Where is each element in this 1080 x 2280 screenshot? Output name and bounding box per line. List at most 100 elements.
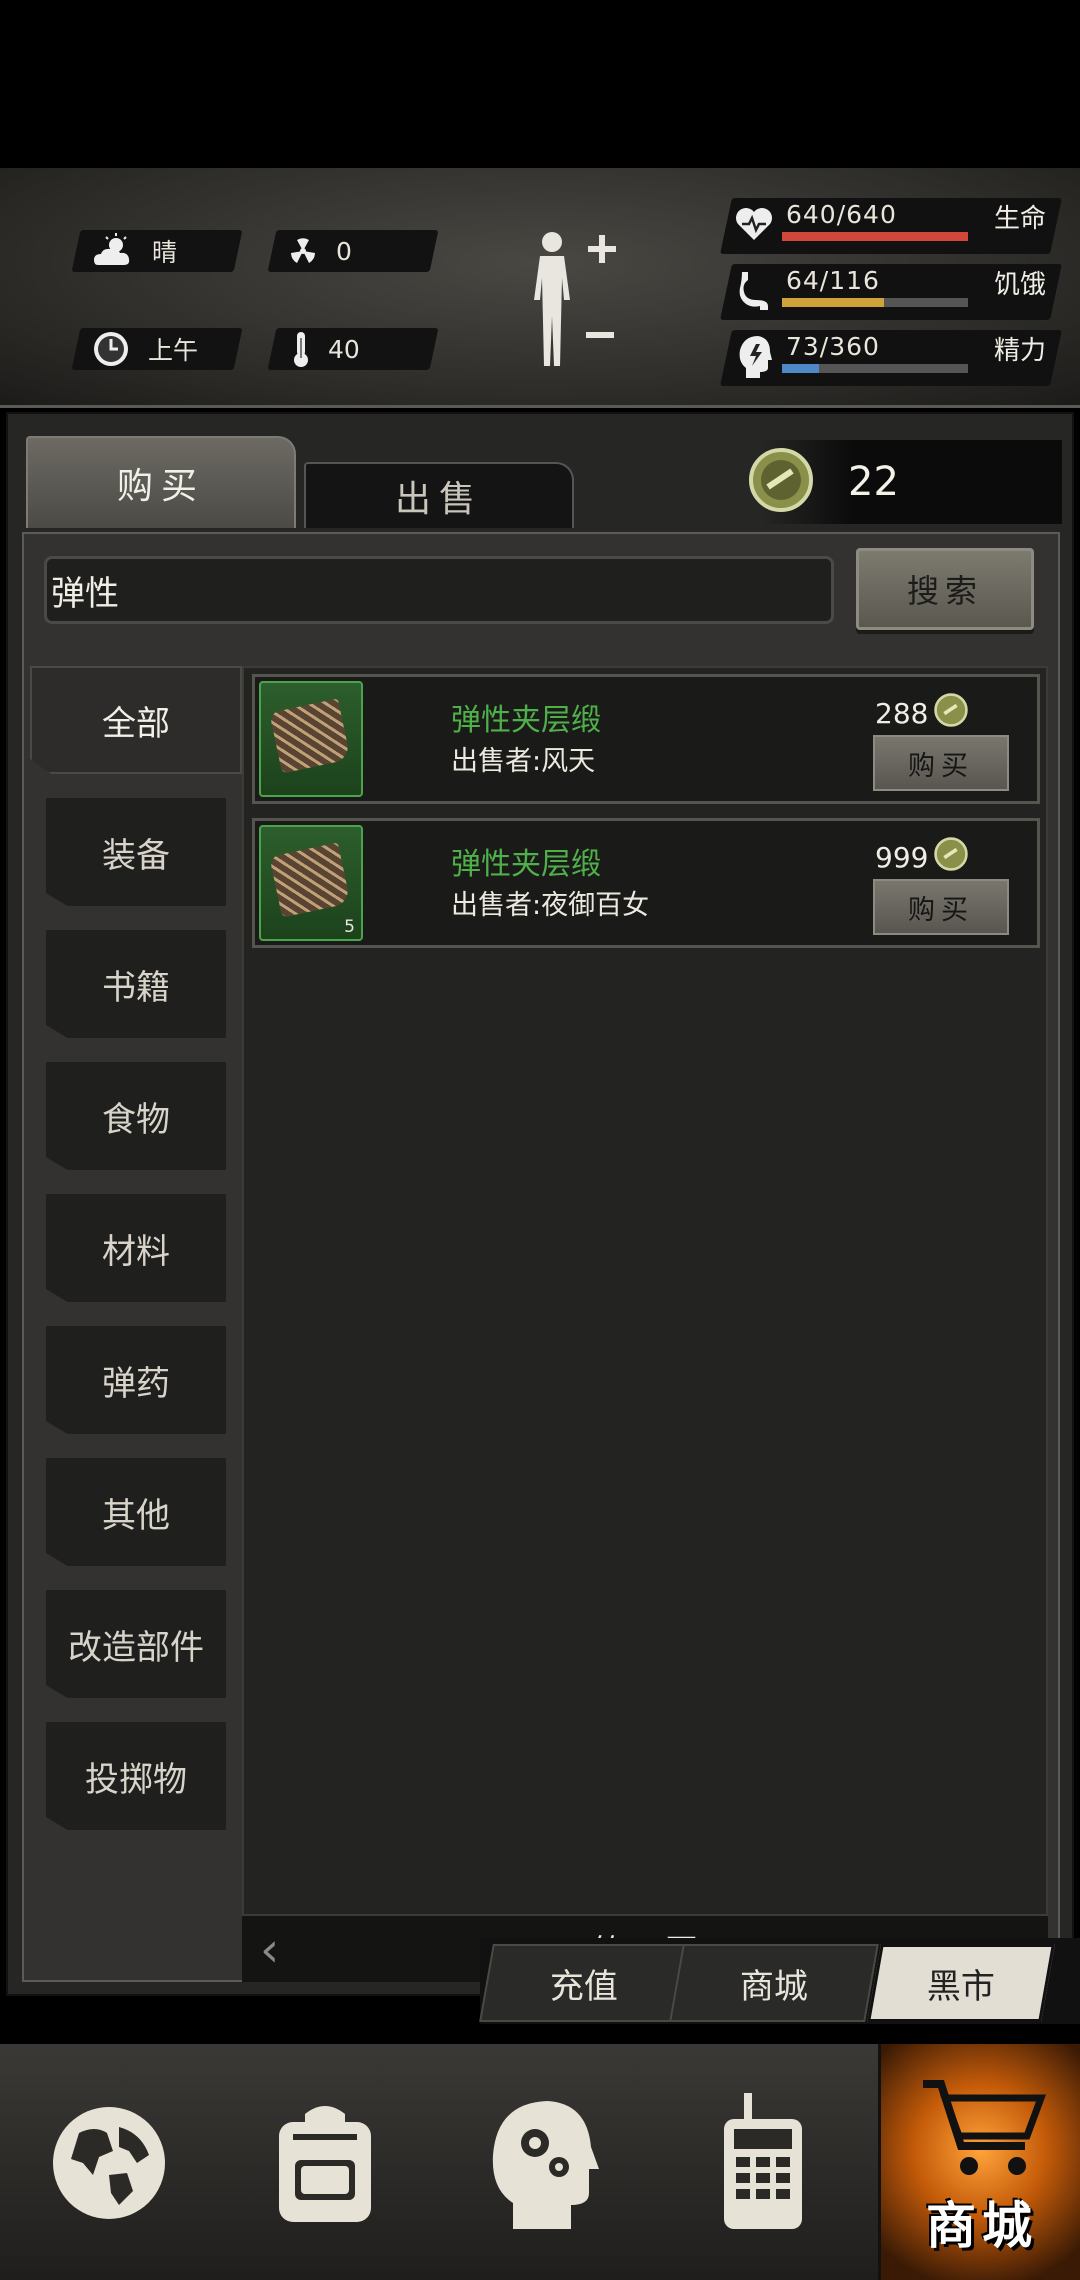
thermometer-icon <box>292 330 310 368</box>
category-food[interactable]: 食物 <box>46 1062 226 1170</box>
weather-text: 晴 <box>152 238 178 267</box>
category-label: 装备 <box>102 835 170 876</box>
tab-recharge[interactable]: 充值 <box>479 1944 689 2022</box>
tab-mall[interactable]: 商城 <box>669 1944 879 2022</box>
energy-label: 精力 <box>994 336 1047 366</box>
tab-mall-label: 商城 <box>740 1966 808 2007</box>
item-seller: 出售者:夜御百女 <box>451 890 650 921</box>
hunger-label: 饥饿 <box>994 270 1047 300</box>
tab-black-market-label: 黑市 <box>927 1966 995 2007</box>
search-button[interactable]: 搜索 <box>856 548 1034 630</box>
search-input[interactable]: 弹性 <box>44 556 834 624</box>
tab-buy-label: 购买 <box>116 466 205 507</box>
energy-bar <box>782 364 968 373</box>
temperature-indicator: 40 <box>292 328 360 370</box>
tab-recharge-label: 充值 <box>550 1966 618 2007</box>
time-indicator: 上午 <box>92 328 198 370</box>
category-other[interactable]: 其他 <box>46 1458 226 1566</box>
category-mods[interactable]: 改造部件 <box>46 1590 226 1698</box>
stomach-icon <box>738 270 772 312</box>
tab-black-market[interactable]: 黑市 <box>867 1944 1055 2022</box>
buy-button-label: 购买 <box>908 894 974 926</box>
category-label: 全部 <box>102 703 170 744</box>
nav-shop-label: 商城 <box>926 2197 1038 2255</box>
prev-page-icon[interactable]: ‹ <box>260 1922 279 1978</box>
weather-sun-cloud-icon <box>92 233 134 269</box>
health-bar <box>782 232 968 241</box>
category-books[interactable]: 书籍 <box>46 930 226 1038</box>
nav-map-button[interactable] <box>44 2090 174 2240</box>
listing-item: 5 弹性夹层缎 出售者:夜御百女 999 购买 <box>252 818 1040 948</box>
mesh-fabric-icon <box>269 842 351 918</box>
coin-balance: 22 <box>749 440 1062 524</box>
body-status-button[interactable] <box>522 228 622 368</box>
search-input-value: 弹性 <box>51 573 119 614</box>
search-button-label: 搜索 <box>906 572 983 610</box>
status-bar-blank <box>0 0 1080 168</box>
category-label: 书籍 <box>102 967 170 1008</box>
coin-amount: 22 <box>848 459 899 505</box>
item-name: 弹性夹层缎 <box>451 703 601 738</box>
listing-list: 弹性夹层缎 出售者:风天 288 购买 5 弹性夹层缎 出售者:夜御百女 999… <box>242 666 1048 1916</box>
time-of-day-text: 上午 <box>148 336 199 365</box>
radio-icon <box>718 2093 808 2237</box>
category-throwables[interactable]: 投掷物 <box>46 1722 226 1830</box>
hunger-value: 64/116 <box>786 266 880 295</box>
buy-button[interactable]: 购买 <box>873 735 1009 791</box>
category-label: 材料 <box>102 1231 170 1272</box>
energy-head-icon <box>738 334 772 380</box>
body-icon <box>522 232 622 372</box>
item-price-value: 999 <box>875 841 929 874</box>
nav-shop-button[interactable]: 商城 <box>878 2044 1080 2280</box>
listing-item: 弹性夹层缎 出售者:风天 288 购买 <box>252 674 1040 804</box>
market-content: 弹性 搜索 全部 装备 书籍 食物 材料 弹药 其他 改造部件 投掷物 弹性夹层… <box>22 532 1060 1982</box>
nav-skills-button[interactable] <box>478 2090 608 2240</box>
category-label: 改造部件 <box>68 1627 204 1668</box>
tab-sell-label: 出售 <box>394 479 483 520</box>
coin-icon <box>934 693 969 734</box>
tab-sell[interactable]: 出售 <box>304 462 574 528</box>
radiation-icon <box>288 236 318 266</box>
category-equipment[interactable]: 装备 <box>46 798 226 906</box>
buy-button-label: 购买 <box>908 750 974 782</box>
item-name: 弹性夹层缎 <box>451 847 601 882</box>
item-price: 999 <box>875 837 969 878</box>
character-status-panel: 晴 0 上午 40 640/640 生命 64/116 饥饿 73/360 精力 <box>0 168 1080 408</box>
coin-icon <box>748 447 814 517</box>
item-icon[interactable] <box>259 681 363 797</box>
coin-icon <box>934 837 969 878</box>
nav-backpack-button[interactable] <box>260 2090 390 2240</box>
tab-buy[interactable]: 购买 <box>26 436 296 528</box>
radiation-indicator: 0 <box>288 230 352 272</box>
globe-icon <box>49 2103 169 2227</box>
item-price: 288 <box>875 693 969 734</box>
brain-gear-icon <box>483 2093 603 2237</box>
item-price-value: 288 <box>875 697 929 730</box>
category-all[interactable]: 全部 <box>30 666 242 774</box>
item-count: 5 <box>344 917 355 937</box>
backpack-icon <box>265 2098 385 2232</box>
radiation-value: 0 <box>336 236 352 266</box>
cart-icon <box>917 2074 1047 2188</box>
health-label: 生命 <box>994 204 1047 234</box>
item-seller: 出售者:风天 <box>451 746 596 777</box>
mesh-fabric-icon <box>269 698 351 774</box>
heart-icon <box>734 204 774 244</box>
category-label: 食物 <box>102 1099 170 1140</box>
bottom-navigation: 商城 <box>0 2044 1080 2280</box>
item-icon[interactable]: 5 <box>259 825 363 941</box>
nav-radio-button[interactable] <box>698 2090 828 2240</box>
temperature-value: 40 <box>328 334 360 364</box>
clock-icon <box>92 330 130 368</box>
category-materials[interactable]: 材料 <box>46 1194 226 1302</box>
buy-button[interactable]: 购买 <box>873 879 1009 935</box>
category-label: 其他 <box>102 1495 170 1536</box>
hunger-bar <box>782 298 968 307</box>
energy-value: 73/360 <box>786 332 880 361</box>
category-label: 弹药 <box>102 1363 170 1404</box>
category-label: 投掷物 <box>85 1759 187 1800</box>
weather-indicator: 晴 <box>92 230 177 272</box>
health-value: 640/640 <box>786 200 897 229</box>
category-ammo[interactable]: 弹药 <box>46 1326 226 1434</box>
trade-panel: 购买 出售 22 弹性 搜索 全部 装备 书籍 食物 材料 弹药 其他 改造部件… <box>6 412 1074 1996</box>
